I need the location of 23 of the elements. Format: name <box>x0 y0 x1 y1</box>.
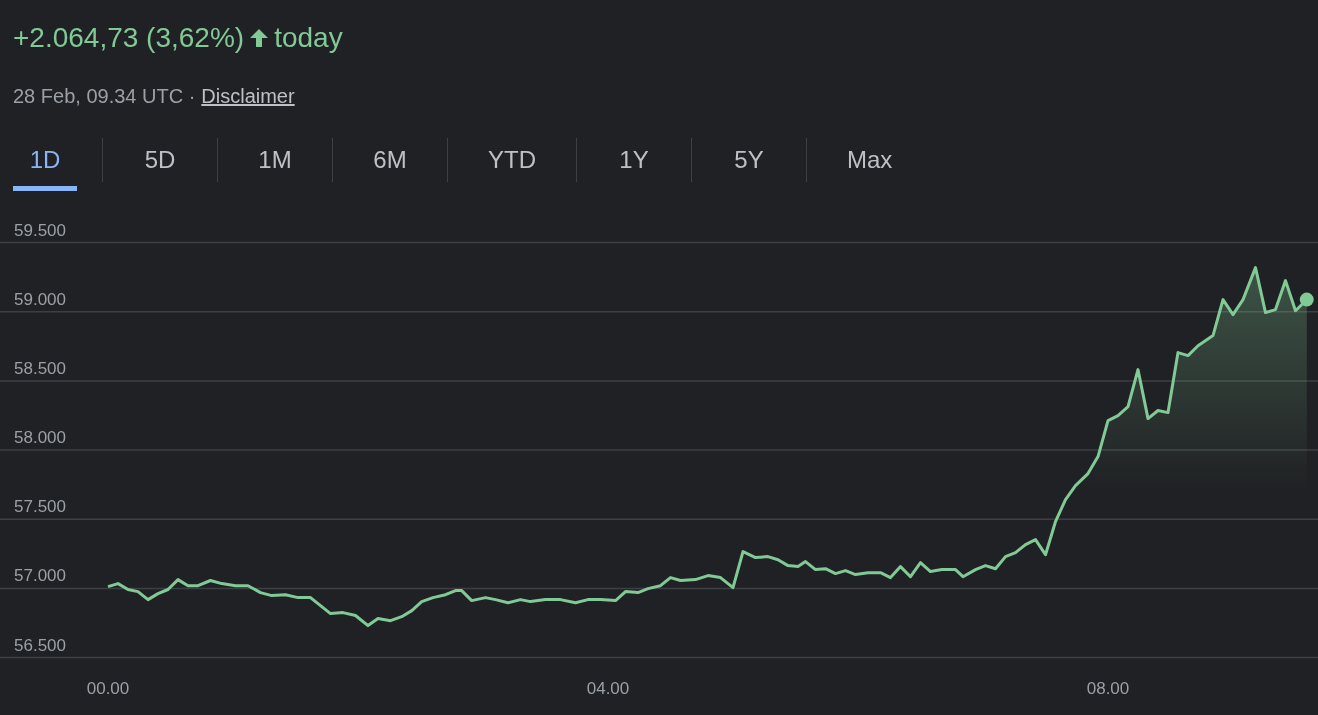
range-tab[interactable]: 1D <box>13 134 77 191</box>
axis-label: 04.00 <box>586 679 630 698</box>
axis-label: 58.000 <box>14 428 66 448</box>
axis-label: 59.000 <box>14 289 66 309</box>
price-change: +2.064,73 (3,62%) <box>13 22 245 54</box>
range-tab[interactable]: 1M <box>243 134 307 191</box>
timestamp: 28 Feb, 09.34 UTC · <box>13 84 196 109</box>
axis-label: 57.500 <box>14 497 66 517</box>
axis-label: 56.500 <box>14 635 66 655</box>
axis-label: 57.000 <box>14 566 66 586</box>
axis-label: 59.500 <box>14 220 66 240</box>
axis-label: 00.00 <box>86 679 130 698</box>
axis-label: 58.500 <box>14 358 66 378</box>
range-tab[interactable]: 5D <box>128 134 192 191</box>
current-price-dot <box>1299 292 1314 307</box>
range-tab[interactable]: 5Y <box>717 134 781 191</box>
disclaimer-link[interactable]: Disclaimer <box>201 82 295 110</box>
period-label: today <box>274 22 343 54</box>
range-tab[interactable]: 6M <box>358 134 422 191</box>
axis-label: 08.00 <box>1086 679 1130 698</box>
range-tab[interactable]: YTD <box>473 134 551 191</box>
range-tab[interactable]: 1Y <box>602 134 666 191</box>
range-tab[interactable]: Max <box>832 134 908 191</box>
